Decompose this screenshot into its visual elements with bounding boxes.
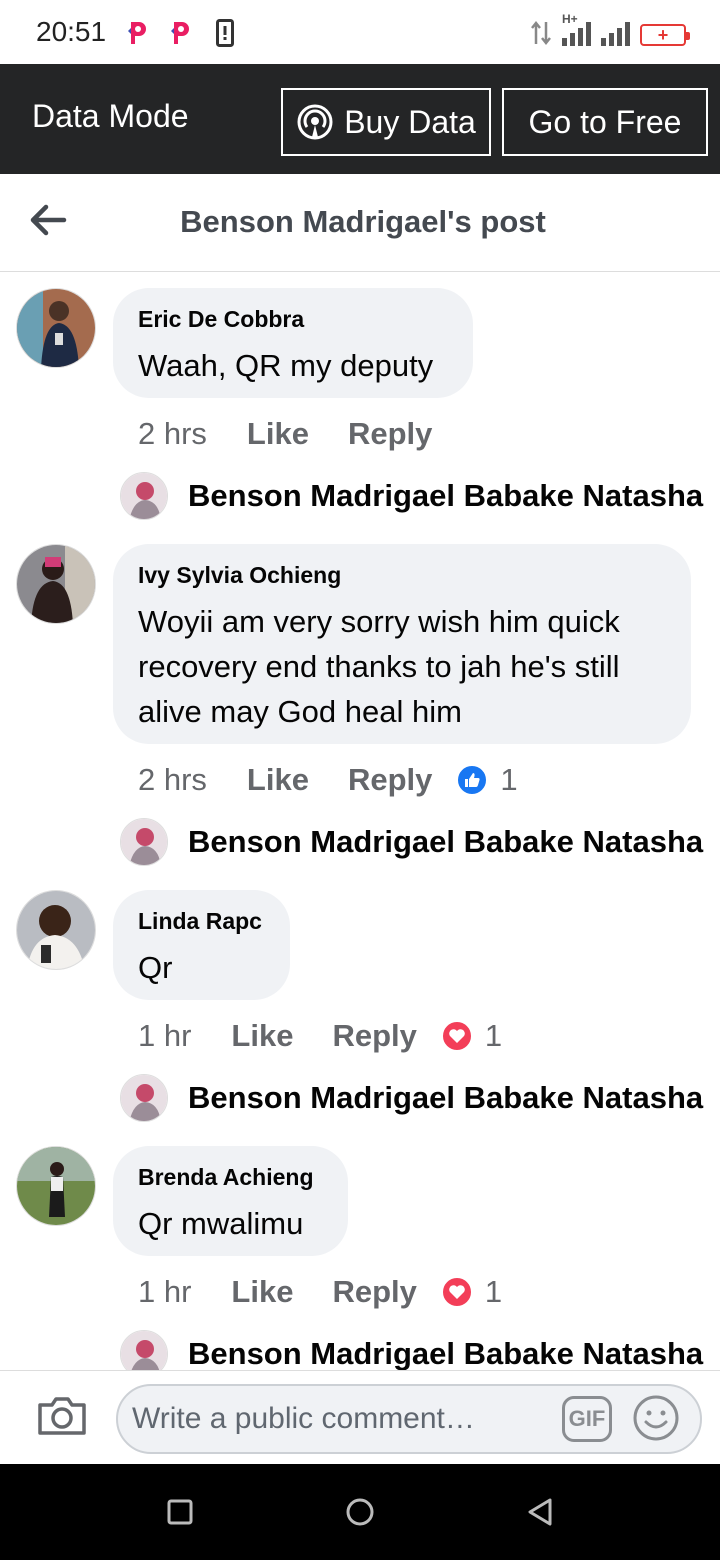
reply-author[interactable]: Benson Madrigael Babake Natasha: [188, 1080, 703, 1116]
comment-time[interactable]: 1 hr: [138, 1274, 191, 1310]
comment-time[interactable]: 2 hrs: [138, 416, 207, 452]
comment-author[interactable]: Eric De Cobbra: [138, 306, 447, 333]
love-reaction-icon: [440, 1020, 473, 1052]
avatar[interactable]: [16, 288, 96, 368]
comment-actions: 1 hr Like Reply 1: [138, 1018, 502, 1054]
comment-time[interactable]: 2 hrs: [138, 762, 207, 798]
reaction-summary[interactable]: 1: [440, 1018, 503, 1054]
back-nav-icon[interactable]: [522, 1494, 558, 1530]
reply-button[interactable]: Reply: [348, 416, 432, 452]
reaction-summary[interactable]: 1: [440, 1274, 503, 1310]
comment-author[interactable]: Ivy Sylvia Ochieng: [138, 562, 665, 589]
comment-text: Qr mwalimu: [138, 1206, 304, 1241]
go-to-free-label: Go to Free: [528, 103, 682, 140]
reply-author[interactable]: Benson Madrigael Babake Natasha: [188, 1336, 703, 1372]
post-header: Benson Madrigael's post: [0, 174, 720, 272]
comment-author[interactable]: Brenda Achieng: [138, 1164, 322, 1191]
phone-storage-icon: [216, 19, 234, 47]
network-type: H+: [562, 12, 578, 26]
comment-actions: 1 hr Like Reply 1: [138, 1274, 502, 1310]
reply-preview[interactable]: Benson Madrigael Babake Natasha: [120, 818, 703, 866]
like-reaction-icon: [456, 764, 489, 796]
like-button[interactable]: Like: [231, 1018, 293, 1054]
comment-composer: Write a public comment… GIF: [0, 1370, 720, 1464]
like-button[interactable]: Like: [247, 416, 309, 452]
recent-apps-icon[interactable]: [162, 1494, 198, 1530]
home-icon[interactable]: [342, 1494, 378, 1530]
reply-author[interactable]: Benson Madrigael Babake Natasha: [188, 824, 703, 860]
data-transfer-icon: [531, 20, 551, 46]
avatar[interactable]: [16, 890, 96, 970]
avatar[interactable]: [16, 1146, 96, 1226]
comment-bubble[interactable]: Ivy Sylvia Ochieng Woyii am very sorry w…: [113, 544, 691, 744]
battery-charging-icon: +: [640, 24, 690, 46]
data-mode-title: Data Mode: [32, 98, 189, 134]
data-mode-bar: Data Mode Buy Data Go to Free: [0, 64, 720, 174]
system-nav-bar: [0, 1464, 720, 1560]
love-reaction-icon: [440, 1276, 473, 1308]
comment-placeholder: Write a public comment…: [132, 1402, 475, 1435]
reply-preview[interactable]: Benson Madrigael Babake Natasha: [120, 472, 703, 520]
comment-bubble[interactable]: Eric De Cobbra Waah, QR my deputy: [113, 288, 473, 398]
avatar[interactable]: [16, 544, 96, 624]
buy-data-button[interactable]: Buy Data: [281, 88, 491, 156]
reply-button[interactable]: Reply: [348, 762, 432, 798]
avatar: [120, 1074, 168, 1122]
comment-bubble[interactable]: Brenda Achieng Qr mwalimu: [113, 1146, 348, 1256]
status-bar: 20:51 H+ +: [0, 0, 720, 64]
avatar: [120, 472, 168, 520]
like-button[interactable]: Like: [247, 762, 309, 798]
reply-preview[interactable]: Benson Madrigael Babake Natasha: [120, 1074, 703, 1122]
reply-author[interactable]: Benson Madrigael Babake Natasha: [188, 478, 703, 514]
gif-button[interactable]: GIF: [562, 1396, 612, 1442]
comment-text: Woyii am very sorry wish him quick recov…: [138, 604, 620, 729]
reply-button[interactable]: Reply: [332, 1274, 416, 1310]
reply-button[interactable]: Reply: [332, 1018, 416, 1054]
comment-input[interactable]: Write a public comment… GIF: [116, 1384, 702, 1454]
go-to-free-button[interactable]: Go to Free: [502, 88, 708, 156]
reaction-summary[interactable]: 1: [456, 762, 518, 798]
status-time: 20:51: [36, 16, 107, 47]
page-title: Benson Madrigael's post: [180, 204, 546, 239]
comment-text: Waah, QR my deputy: [138, 348, 434, 383]
reaction-count: 1: [484, 1018, 503, 1053]
emoji-icon[interactable]: [632, 1394, 680, 1442]
signal-icon-2: [601, 22, 630, 46]
like-button[interactable]: Like: [231, 1274, 293, 1310]
status-indicators: H+ +: [530, 12, 690, 46]
app-notification-icon: [128, 22, 146, 44]
app-notification-icon-2: [171, 22, 189, 44]
comment-actions: 2 hrs Like Reply: [138, 416, 432, 452]
comment-actions: 2 hrs Like Reply 1: [138, 762, 518, 798]
avatar: [120, 818, 168, 866]
comment-author[interactable]: Linda Rapc: [138, 908, 264, 935]
camera-icon[interactable]: [36, 1393, 88, 1437]
comment-text: Qr: [138, 950, 173, 985]
reaction-count: 1: [500, 762, 518, 797]
comment-bubble[interactable]: Linda Rapc Qr: [113, 890, 290, 1000]
reaction-count: 1: [484, 1274, 503, 1309]
comment-time[interactable]: 1 hr: [138, 1018, 191, 1054]
gif-label: GIF: [568, 1406, 606, 1431]
broadcast-icon: [297, 104, 333, 140]
buy-data-label: Buy Data: [344, 103, 476, 140]
signal-icon: H+: [562, 12, 591, 46]
